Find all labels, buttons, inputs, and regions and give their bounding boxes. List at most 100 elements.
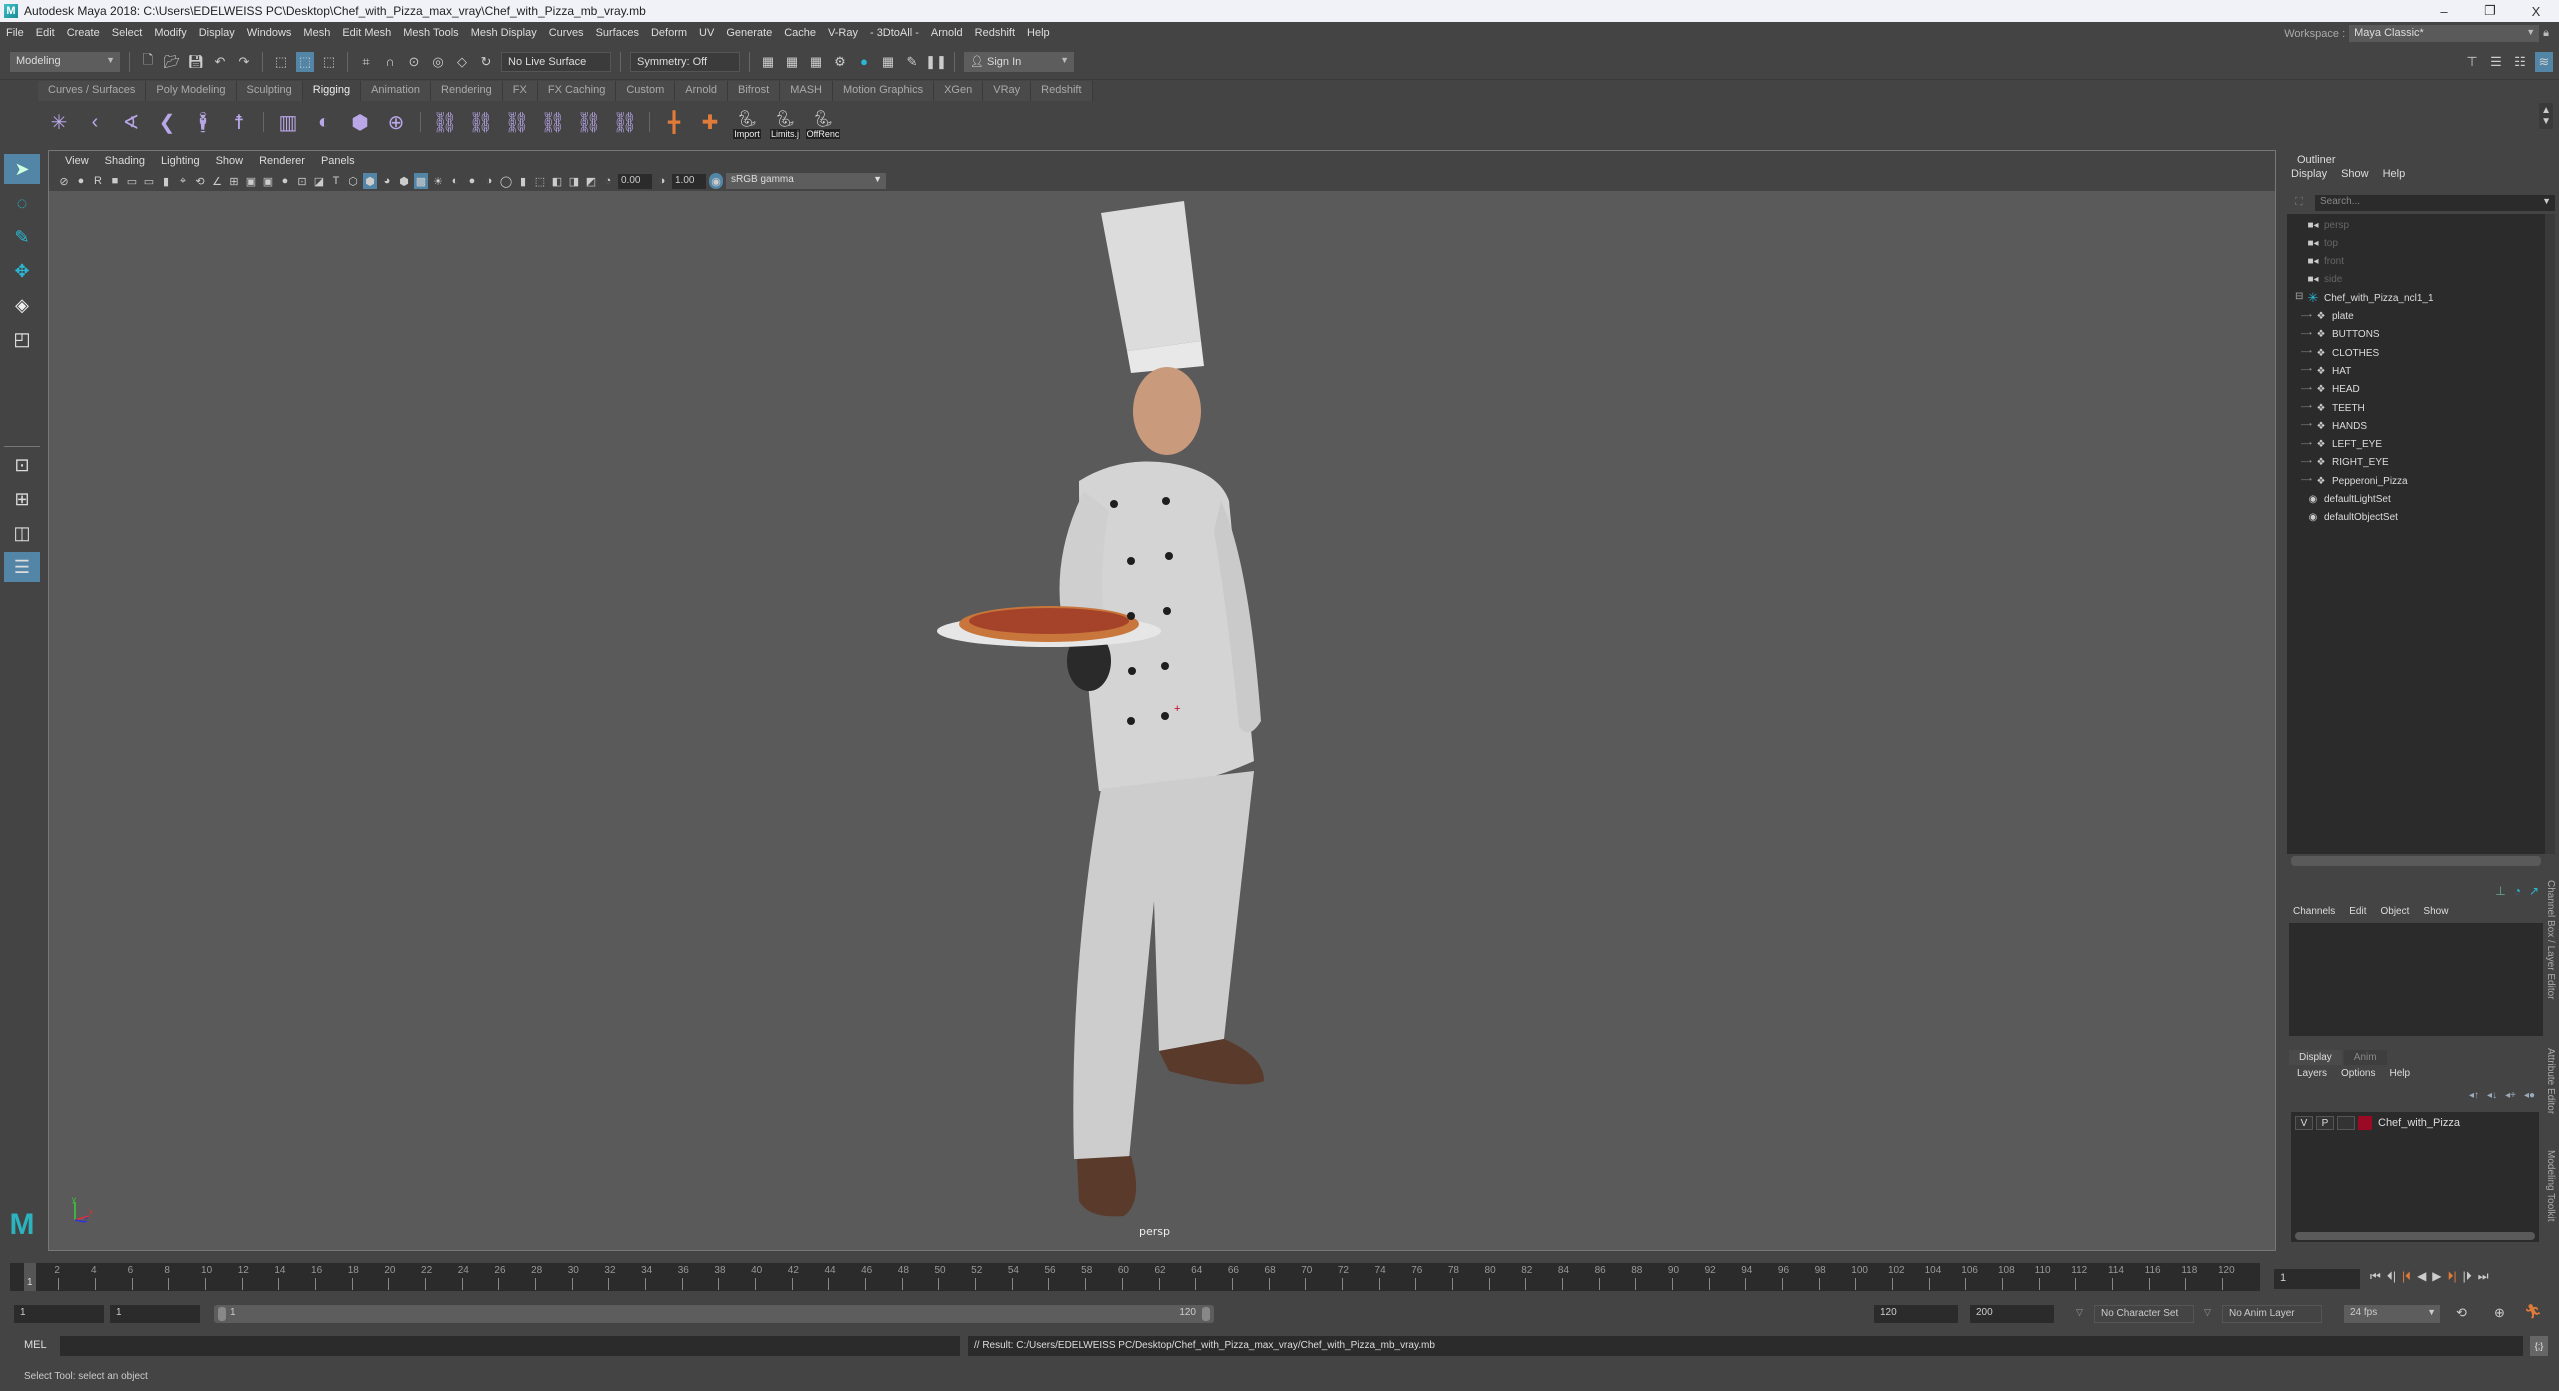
menu-file[interactable]: File xyxy=(0,27,30,39)
snap-surface-icon[interactable]: ◇ xyxy=(453,52,471,72)
layer-menu-options[interactable]: Options xyxy=(2341,1068,2375,1079)
channel-menu-show[interactable]: Show xyxy=(2423,906,2448,917)
shelf-tab-fx-caching[interactable]: FX Caching xyxy=(537,81,617,101)
fps-dropdown[interactable]: 24 fps ▼ xyxy=(2344,1305,2440,1323)
snap-grid-icon[interactable]: ⌗ xyxy=(357,52,375,72)
snap-live-icon[interactable]: ↻ xyxy=(477,52,495,72)
python-import-button[interactable]: 🐍︎ Import xyxy=(731,105,763,139)
channel-menu-edit[interactable]: Edit xyxy=(2349,906,2366,917)
sign-in-button[interactable]: 👤︎ Sign In ▼ xyxy=(964,51,1074,72)
outliner-item-defaultobjectset[interactable]: ◉ defaultObjectSet xyxy=(2307,509,2398,527)
outliner-item-teeth[interactable]: ❖ TEETH xyxy=(2315,399,2365,417)
menu-mesh-tools[interactable]: Mesh Tools xyxy=(397,27,464,39)
insert-joint-icon[interactable]: ❮ xyxy=(152,106,182,138)
rotate-tool-icon[interactable]: ◈ xyxy=(4,290,40,320)
restore-button[interactable]: ❐ xyxy=(2467,0,2513,22)
snap-view-icon[interactable]: ◎ xyxy=(429,52,447,72)
render-settings-icon[interactable]: ⚙︎ xyxy=(831,52,849,72)
layer-horizontal-scrollbar[interactable] xyxy=(2295,1232,2535,1240)
color-space-dropdown[interactable]: sRGB gamma xyxy=(726,173,886,189)
current-frame-field[interactable]: 1 xyxy=(2274,1269,2360,1289)
outliner-item-front[interactable]: ■◂ front xyxy=(2307,253,2344,271)
menu-edit-mesh[interactable]: Edit Mesh xyxy=(336,27,397,39)
menu-generate[interactable]: Generate xyxy=(720,27,778,39)
hyper-icon[interactable]: ↗ xyxy=(2529,884,2539,898)
gate-icon[interactable]: ● xyxy=(278,173,292,189)
menu-edit[interactable]: Edit xyxy=(30,27,61,39)
menu-set-dropdown[interactable]: Modeling ▼ xyxy=(10,51,120,72)
camera-lock-icon[interactable]: ■ xyxy=(108,173,122,189)
anim-layer-arrow-icon[interactable]: ▽ xyxy=(2204,1307,2211,1318)
side-tab-channel-box[interactable]: Channel Box / Layer Editor xyxy=(2545,880,2556,1000)
viewport-persp[interactable]: View Shading Lighting Show Renderer Panels ⊘ … xyxy=(48,150,2276,1251)
paint-select-tool-icon[interactable]: ✎ xyxy=(4,222,40,252)
go-to-start-icon[interactable]: ⏮ xyxy=(2370,1269,2381,1284)
menu-cache[interactable]: Cache xyxy=(778,27,822,39)
close-button[interactable]: X xyxy=(2513,0,2559,22)
redo-icon[interactable]: ↷ xyxy=(235,52,253,72)
new-layer-icon[interactable]: ◂+ xyxy=(2505,1090,2516,1101)
outliner-item-top[interactable]: ■◂ top xyxy=(2307,234,2337,252)
constraint-locator-icon[interactable]: ✚ xyxy=(695,106,725,138)
orient-constraint-icon[interactable]: ⛓︎ xyxy=(502,106,532,138)
menu-arnold[interactable]: Arnold xyxy=(925,27,969,39)
lock-icon[interactable]: 🔒︎ xyxy=(2543,27,2549,40)
xray-icon[interactable]: ⬚ xyxy=(533,173,547,189)
undo-icon[interactable]: ↶ xyxy=(211,52,229,72)
go-to-end-icon[interactable]: ⏭ xyxy=(2478,1269,2489,1284)
play-backwards-icon[interactable]: ◀ xyxy=(2417,1269,2426,1284)
exposure-icon[interactable]: ◔ xyxy=(601,173,615,189)
outliner-item-head[interactable]: ❖ HEAD xyxy=(2315,381,2360,399)
outliner-item-left-eye[interactable]: ❖ LEFT_EYE xyxy=(2315,436,2383,454)
shadows-icon[interactable]: ◐ xyxy=(448,173,462,189)
gate-mask-icon[interactable]: ▮ xyxy=(159,173,173,189)
layer-color-swatch[interactable] xyxy=(2358,1116,2372,1130)
outliner-item-plate[interactable]: ❖ plate xyxy=(2315,308,2354,326)
outliner-item-chef-with-pizza-ncl1-1[interactable]: ✳ Chef_with_Pizza_ncl1_1 xyxy=(2307,289,2434,307)
shelf-tab-vray[interactable]: VRay xyxy=(983,81,1032,101)
character-set-field[interactable]: No Character Set xyxy=(2094,1305,2194,1323)
textured-icon[interactable]: ▩ xyxy=(414,173,428,189)
side-tab-modeling-toolkit[interactable]: Modeling Toolkit xyxy=(2545,1150,2556,1222)
outliner-menu-display[interactable]: Display xyxy=(2291,168,2327,180)
layer-display-type-toggle[interactable] xyxy=(2337,1116,2355,1130)
viewport-menu-shading[interactable]: Shading xyxy=(97,155,153,167)
side-tab-attribute-editor[interactable]: Attribute Editor xyxy=(2545,1048,2556,1114)
shelf-tab-custom[interactable]: Custom xyxy=(616,81,676,101)
lights-icon[interactable]: ☀︎ xyxy=(431,173,445,189)
shelf-tab-fx[interactable]: FX xyxy=(502,81,538,101)
four-view-layout-icon[interactable]: ⊞ xyxy=(4,484,40,514)
range-start-handle[interactable] xyxy=(218,1307,226,1321)
single-view-layout-icon[interactable]: ⊡ xyxy=(4,450,40,480)
shelf-tab-bifrost[interactable]: Bifrost xyxy=(728,81,781,101)
film-icon[interactable]: ▣ xyxy=(244,173,258,189)
safe-action-icon[interactable]: ⟲ xyxy=(193,173,207,189)
camera-attributes-icon[interactable]: ⊘ xyxy=(57,173,71,189)
character-set-arrow-icon[interactable]: ▽ xyxy=(2076,1307,2083,1318)
new-scene-icon[interactable]: 🗋 xyxy=(139,52,157,72)
menu-select[interactable]: Select xyxy=(106,27,149,39)
select-hierarchy-icon[interactable]: ⬚ xyxy=(272,52,290,72)
move-tool-icon[interactable]: ✥ xyxy=(4,256,40,286)
script-editor-icon[interactable]: {;} xyxy=(2530,1336,2548,1356)
gamma-icon[interactable]: ◑ xyxy=(655,173,669,189)
hypershade-icon[interactable]: ● xyxy=(855,52,873,72)
layer-visibility-toggle[interactable]: V xyxy=(2295,1116,2313,1130)
menu-create[interactable]: Create xyxy=(61,27,106,39)
shelf-tab-curves-surfaces[interactable]: Curves / Surfaces xyxy=(38,81,147,101)
range-end-handle[interactable] xyxy=(1202,1307,1210,1321)
two-view-layout-icon[interactable]: ◫ xyxy=(4,518,40,548)
auto-key-icon[interactable]: ⊕ xyxy=(2494,1305,2505,1321)
viewport-menu-lighting[interactable]: Lighting xyxy=(153,155,208,167)
anti-aliasing-icon[interactable]: ◯ xyxy=(499,173,513,189)
move-layer-up-icon[interactable]: ◂↑ xyxy=(2469,1090,2479,1101)
menu-mesh-display[interactable]: Mesh Display xyxy=(465,27,543,39)
channel-box-icon[interactable]: ≋ xyxy=(2535,52,2553,72)
cluster-icon[interactable]: ⊕ xyxy=(381,106,411,138)
time-slider-track[interactable]: 1 2 4 6 8 10 12 14 16 18 20 22 24 26 28 30 32 34 36 38 40 42… xyxy=(10,1263,2260,1291)
channel-menu-channels[interactable]: Channels xyxy=(2293,906,2335,917)
menu-deform[interactable]: Deform xyxy=(645,27,693,39)
live-surface-field[interactable]: No Live Surface xyxy=(501,51,611,72)
outliner-item-hat[interactable]: ❖ HAT xyxy=(2315,362,2352,380)
outliner-search-input[interactable]: Search... xyxy=(2315,195,2555,211)
